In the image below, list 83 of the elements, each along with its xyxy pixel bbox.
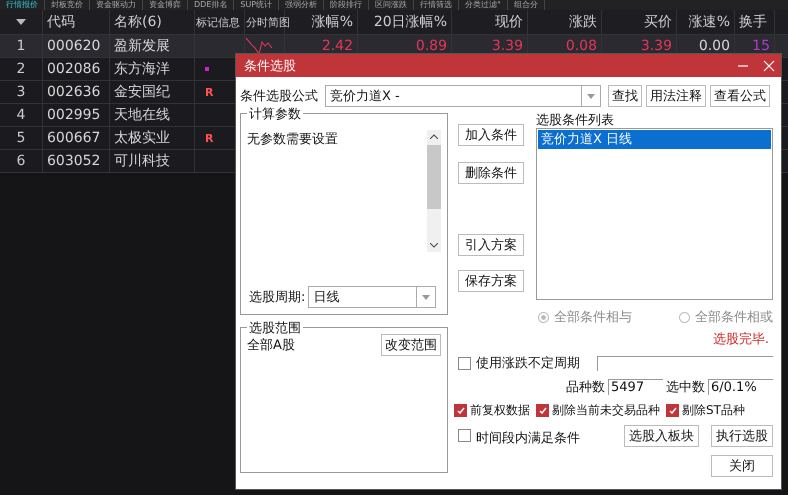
- table-cell: 可川科技: [110, 150, 195, 172]
- row-number: 1: [0, 35, 43, 57]
- column-header[interactable]: 涨跌: [528, 10, 602, 34]
- row-number: 6: [0, 150, 43, 172]
- radio-label: 全部条件相或: [695, 309, 773, 326]
- condition-button[interactable]: 删除条件: [458, 162, 524, 184]
- intraday-sparkline: [245, 36, 275, 56]
- window-title: 条件选股: [244, 58, 297, 74]
- checkbox[interactable]: [536, 404, 549, 417]
- condition-button[interactable]: 保存方案: [458, 270, 524, 292]
- row-number: 3: [0, 81, 43, 103]
- formula-button[interactable]: 查找: [608, 85, 642, 107]
- dropdown-caret-icon[interactable]: [587, 94, 595, 98]
- count-field[interactable]: 5497: [608, 379, 663, 395]
- period-dropdown[interactable]: 日线: [308, 286, 436, 308]
- checkmark-icon: [456, 406, 466, 416]
- checkbox[interactable]: [458, 356, 471, 370]
- table-cell: 002636: [43, 81, 110, 103]
- column-header[interactable]: 买价: [602, 10, 677, 34]
- column-header[interactable]: 换手: [735, 10, 775, 34]
- group-legend: 计算参数: [247, 105, 303, 123]
- row-number: 5: [0, 127, 43, 149]
- condition-button[interactable]: 引入方案: [458, 234, 524, 256]
- table-cell: 太极实业: [110, 127, 195, 149]
- checkbox-label: 使用涨跌不定周期: [476, 355, 580, 372]
- period-label: 选股周期:: [249, 289, 306, 306]
- column-header[interactable]: 名称(6): [110, 10, 195, 34]
- marker-label: R: [205, 132, 214, 144]
- checkmark-icon: [668, 406, 678, 416]
- checkbox[interactable]: [666, 404, 679, 417]
- scroll-down-icon[interactable]: [430, 243, 438, 248]
- checkbox[interactable]: [454, 404, 467, 417]
- column-header[interactable]: 现价: [452, 10, 528, 34]
- close-icon[interactable]: [763, 60, 775, 72]
- table-cell: 002995: [43, 104, 110, 126]
- radio-button[interactable]: [679, 312, 690, 322]
- table-cell: 金安国纪: [110, 81, 195, 103]
- formula-button[interactable]: 用法注释: [646, 85, 706, 107]
- table-cell: 东方海洋: [110, 58, 195, 80]
- checkbox[interactable]: [458, 429, 471, 442]
- table-cell: 603052: [43, 150, 110, 172]
- table-cell: 天地在线: [110, 104, 195, 126]
- row-number: 4: [0, 104, 43, 126]
- condition-list-label: 选股条件列表: [536, 113, 615, 128]
- scrollbar[interactable]: [427, 130, 441, 252]
- scroll-thumb[interactable]: [427, 145, 441, 209]
- table-cell: 600667: [43, 127, 110, 149]
- sort-caret-icon[interactable]: [16, 19, 26, 25]
- column-header[interactable]: 涨速%: [677, 10, 735, 34]
- formula-dropdown[interactable]: 竞价力道X -: [325, 85, 601, 107]
- action-button[interactable]: 执行选股: [711, 425, 773, 447]
- count-label: 选中数: [666, 379, 705, 396]
- dropdown-caret-icon[interactable]: [422, 294, 430, 300]
- range-value: 全部A股: [247, 337, 295, 354]
- table-cell: 002086: [43, 58, 110, 80]
- radio-button[interactable]: [538, 312, 549, 322]
- marker-label: R: [205, 86, 214, 98]
- checkbox-label: 剔除当前未交易品种: [552, 402, 660, 419]
- column-header[interactable]: 代码: [43, 10, 110, 34]
- period-input-field[interactable]: [597, 356, 773, 370]
- radio-label: 全部条件相与: [554, 309, 632, 326]
- column-header[interactable]: 标记信息: [195, 10, 245, 34]
- condition-item[interactable]: 竞价力道X 日线: [538, 130, 771, 149]
- formula-label: 条件选股公式: [240, 88, 318, 105]
- count-field[interactable]: 6/0.1%: [708, 379, 773, 395]
- action-button[interactable]: 关闭: [711, 455, 773, 477]
- count-label: 品种数: [566, 379, 605, 396]
- table-cell: 000620: [43, 35, 110, 57]
- condition-button[interactable]: 加入条件: [458, 124, 524, 146]
- checkbox-label: 剔除ST品种: [682, 402, 745, 419]
- status-message: 选股完毕.: [712, 331, 769, 348]
- row-number: 2: [0, 58, 43, 80]
- action-button[interactable]: 选股入板块: [624, 425, 699, 447]
- checkbox-label: 前复权数据: [470, 402, 530, 419]
- table-cell: 盈新发展: [110, 35, 195, 57]
- checkmark-icon: [538, 406, 548, 416]
- change-range-button[interactable]: 改变范围: [381, 334, 441, 356]
- column-header[interactable]: 20日涨幅%: [358, 10, 452, 34]
- scroll-up-icon[interactable]: [430, 134, 438, 139]
- checkbox-label: 时间段内满足条件: [476, 430, 580, 447]
- formula-button[interactable]: 查看公式: [710, 85, 770, 107]
- group-legend: 选股范围: [247, 319, 303, 337]
- params-message: 无参数需要设置: [247, 131, 338, 149]
